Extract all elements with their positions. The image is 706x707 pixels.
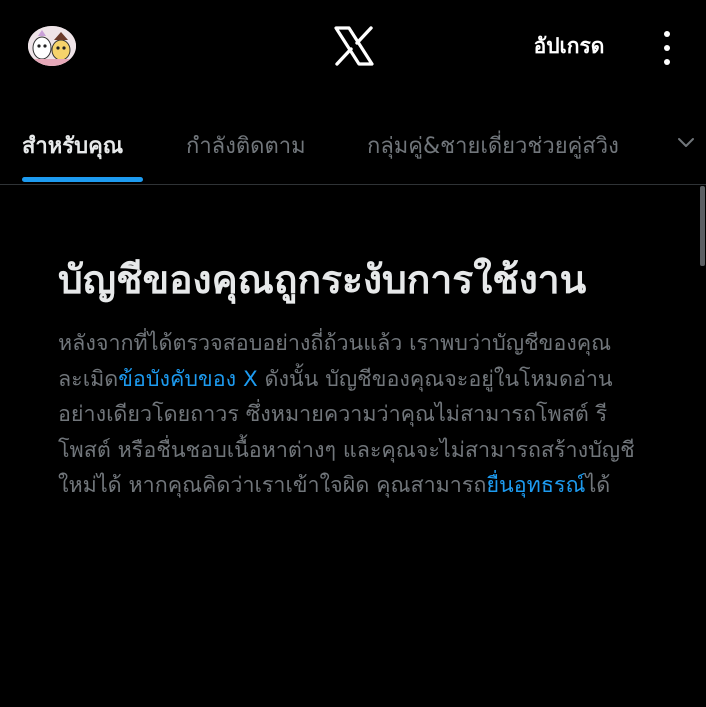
tab-for-you[interactable]: สำหรับคุณ — [22, 128, 123, 163]
notice-body-part-3: ได้ — [585, 473, 611, 498]
top-bar: อัปเกรด — [0, 0, 706, 96]
avatar-image — [28, 26, 76, 66]
more-vertical-icon[interactable] — [656, 28, 678, 68]
x-logo-icon[interactable] — [334, 26, 374, 66]
notice-body: หลังจากที่ได้ตรวจสอบอย่างถี่ถ้วนแล้ว เรา… — [58, 326, 648, 504]
notice-title: บัญชีของคุณถูกระงับการใช้งาน — [58, 258, 587, 303]
avatar[interactable] — [28, 26, 76, 66]
chevron-down-icon[interactable] — [676, 132, 696, 152]
active-tab-indicator — [22, 177, 143, 182]
appeal-link[interactable]: ยื่นอุทธรณ์ — [486, 473, 585, 498]
timeline-tabs: สำหรับคุณ กำลังติดตาม กลุ่มคู่&ชายเดี่ยว… — [0, 110, 706, 185]
scrollbar[interactable] — [700, 186, 705, 266]
rules-link[interactable]: ข้อบังคับของ X — [118, 367, 257, 392]
tab-following[interactable]: กำลังติดตาม — [186, 128, 306, 163]
suspension-notice: บัญชีของคุณถูกระงับการใช้งาน หลังจากที่ไ… — [58, 248, 648, 504]
tab-community[interactable]: กลุ่มคู่&ชายเดี่ยวช่วยคู่สวิง — [367, 128, 619, 163]
upgrade-button[interactable]: อัปเกรด — [510, 30, 628, 63]
